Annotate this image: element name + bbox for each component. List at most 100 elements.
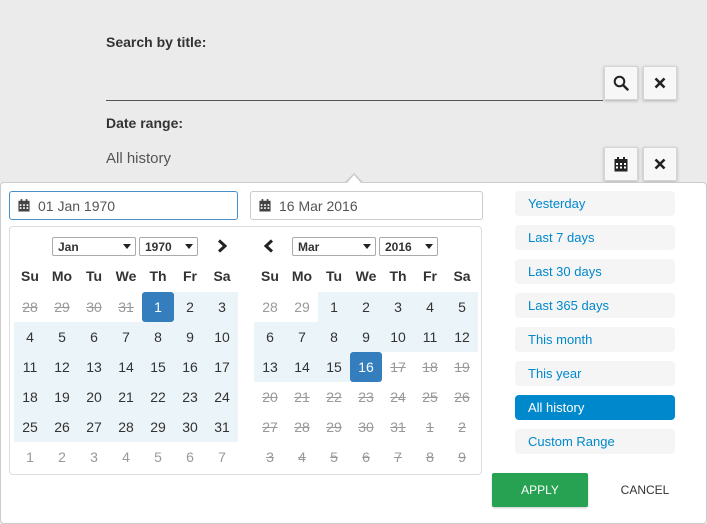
calendar-day[interactable]: 13 [254, 352, 286, 382]
calendar-day[interactable]: 9 [350, 322, 382, 352]
calendar-day[interactable]: 20 [78, 382, 110, 412]
calendar-day[interactable]: 10 [206, 322, 238, 352]
calendar-day[interactable]: 2 [350, 292, 382, 322]
calendar-day[interactable]: 6 [350, 442, 382, 472]
calendar-day[interactable]: 15 [318, 352, 350, 382]
calendar-day[interactable]: 16 [350, 352, 382, 382]
calendar-day[interactable]: 2 [446, 412, 478, 442]
calendar-day[interactable]: 22 [142, 382, 174, 412]
calendar-day[interactable]: 19 [46, 382, 78, 412]
calendar-day[interactable]: 12 [446, 322, 478, 352]
calendar-day[interactable]: 4 [14, 322, 46, 352]
clear-date-button[interactable] [643, 147, 677, 181]
calendar-day[interactable]: 25 [414, 382, 446, 412]
calendar-day[interactable]: 9 [446, 442, 478, 472]
calendar-day[interactable]: 8 [318, 322, 350, 352]
calendar-day[interactable]: 28 [254, 292, 286, 322]
calendar-day[interactable]: 14 [286, 352, 318, 382]
end-date-input[interactable]: 16 Mar 2016 [250, 191, 483, 220]
right-month-select[interactable]: Mar [292, 237, 376, 256]
prev-month-icon[interactable] [263, 239, 275, 253]
calendar-day[interactable]: 24 [382, 382, 414, 412]
calendar-day[interactable]: 9 [174, 322, 206, 352]
calendar-day[interactable]: 17 [382, 352, 414, 382]
calendar-day[interactable]: 25 [14, 412, 46, 442]
calendar-button[interactable] [604, 147, 638, 181]
calendar-day[interactable]: 17 [206, 352, 238, 382]
calendar-day[interactable]: 6 [174, 442, 206, 472]
calendar-day[interactable]: 30 [350, 412, 382, 442]
calendar-day[interactable]: 23 [350, 382, 382, 412]
calendar-day[interactable]: 30 [78, 292, 110, 322]
calendar-day[interactable]: 2 [174, 292, 206, 322]
calendar-day[interactable]: 7 [206, 442, 238, 472]
range-option[interactable]: This month [515, 327, 675, 352]
calendar-day[interactable]: 30 [174, 412, 206, 442]
calendar-day[interactable]: 11 [414, 322, 446, 352]
calendar-day[interactable]: 4 [286, 442, 318, 472]
calendar-day[interactable]: 8 [414, 442, 446, 472]
calendar-day[interactable]: 5 [318, 442, 350, 472]
range-option[interactable]: Last 365 days [515, 293, 675, 318]
calendar-day[interactable]: 3 [254, 442, 286, 472]
calendar-day[interactable]: 3 [78, 442, 110, 472]
calendar-day[interactable]: 7 [110, 322, 142, 352]
calendar-day[interactable]: 13 [78, 352, 110, 382]
range-option[interactable]: All history [515, 395, 675, 420]
calendar-day[interactable]: 31 [206, 412, 238, 442]
calendar-day[interactable]: 1 [142, 292, 174, 322]
calendar-day[interactable]: 29 [142, 412, 174, 442]
calendar-day[interactable]: 16 [174, 352, 206, 382]
right-year-select[interactable]: 2016 [379, 237, 438, 256]
calendar-day[interactable]: 6 [254, 322, 286, 352]
range-option[interactable]: Custom Range [515, 429, 675, 454]
calendar-day[interactable]: 31 [382, 412, 414, 442]
calendar-day[interactable]: 23 [174, 382, 206, 412]
calendar-day[interactable]: 28 [110, 412, 142, 442]
calendar-day[interactable]: 29 [286, 292, 318, 322]
calendar-day[interactable]: 2 [46, 442, 78, 472]
search-title-input[interactable] [106, 100, 603, 101]
calendar-day[interactable]: 6 [78, 322, 110, 352]
calendar-day[interactable]: 28 [286, 412, 318, 442]
calendar-day[interactable]: 31 [110, 292, 142, 322]
calendar-day[interactable]: 3 [206, 292, 238, 322]
calendar-day[interactable]: 26 [46, 412, 78, 442]
calendar-day[interactable]: 22 [318, 382, 350, 412]
date-range-field[interactable]: All history [106, 150, 171, 167]
range-option[interactable]: Last 7 days [515, 225, 675, 250]
calendar-day[interactable]: 1 [14, 442, 46, 472]
left-month-select[interactable]: Jan [52, 237, 136, 256]
calendar-day[interactable]: 1 [318, 292, 350, 322]
calendar-day[interactable]: 19 [446, 352, 478, 382]
calendar-day[interactable]: 15 [142, 352, 174, 382]
calendar-day[interactable]: 8 [142, 322, 174, 352]
calendar-day[interactable]: 18 [14, 382, 46, 412]
calendar-day[interactable]: 26 [446, 382, 478, 412]
calendar-day[interactable]: 5 [446, 292, 478, 322]
calendar-day[interactable]: 27 [254, 412, 286, 442]
calendar-day[interactable]: 14 [110, 352, 142, 382]
left-year-select[interactable]: 1970 [139, 237, 198, 256]
calendar-day[interactable]: 18 [414, 352, 446, 382]
search-button[interactable] [604, 66, 638, 100]
calendar-day[interactable]: 11 [14, 352, 46, 382]
calendar-day[interactable]: 27 [78, 412, 110, 442]
calendar-day[interactable]: 1 [414, 412, 446, 442]
calendar-day[interactable]: 29 [46, 292, 78, 322]
calendar-day[interactable]: 4 [414, 292, 446, 322]
calendar-day[interactable]: 21 [286, 382, 318, 412]
calendar-day[interactable]: 5 [46, 322, 78, 352]
apply-button[interactable]: APPLY [492, 473, 588, 507]
calendar-day[interactable]: 20 [254, 382, 286, 412]
calendar-day[interactable]: 29 [318, 412, 350, 442]
calendar-day[interactable]: 21 [110, 382, 142, 412]
calendar-day[interactable]: 7 [286, 322, 318, 352]
calendar-day[interactable]: 24 [206, 382, 238, 412]
clear-search-button[interactable] [643, 66, 677, 100]
calendar-day[interactable]: 12 [46, 352, 78, 382]
calendar-day[interactable]: 3 [382, 292, 414, 322]
calendar-day[interactable]: 5 [142, 442, 174, 472]
start-date-input[interactable]: 01 Jan 1970 [9, 191, 238, 220]
cancel-button[interactable]: CANCEL [600, 473, 690, 507]
